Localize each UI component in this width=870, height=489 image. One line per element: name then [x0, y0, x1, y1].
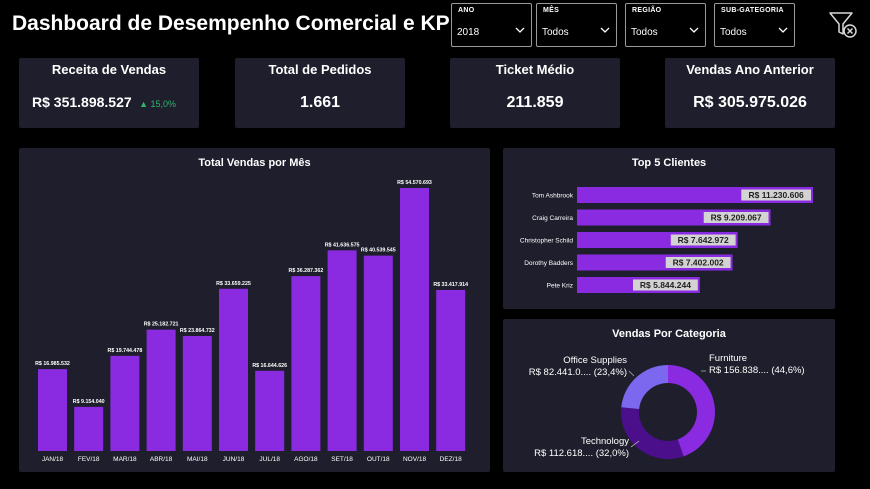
bar-value-label: R$ 19.744.478	[108, 348, 143, 354]
chevron-down-icon[interactable]	[688, 25, 700, 35]
bar-JAN/18[interactable]	[38, 369, 67, 451]
kpi-anterior-card: Vendas Ano Anterior R$ 305.975.026	[665, 58, 835, 128]
kpi-receita-title: Receita de Vendas	[51, 62, 167, 77]
bar-JUL/18[interactable]	[255, 370, 285, 451]
donut-category-label: Office Supplies	[563, 355, 627, 366]
slicer-subcategoria-label: SUB-GATEGORIA	[721, 7, 784, 14]
x-tick-label: JUN/18	[223, 456, 245, 463]
x-tick-label: ABR/18	[150, 456, 173, 463]
bar-ABR/18[interactable]	[146, 329, 176, 451]
x-tick-label: MAI/18	[187, 456, 208, 463]
donut-value-label: R$ 82.441.0.... (23,4%)	[529, 367, 627, 378]
category-donut-chart: FurnitureR$ 156.838.... (44,6%) Technolog…	[529, 353, 805, 459]
kpi-anterior-value: R$ 305.975.026	[693, 94, 807, 111]
slicer-ano[interactable]: ANO 2018	[451, 3, 532, 47]
slicer-ano-label: ANO	[458, 7, 475, 14]
bar-value-label: R$ 25.182.721	[144, 322, 179, 328]
kpi-pedidos-card: Total de Pedidos 1.661	[235, 58, 405, 128]
kpi-receita-delta: ▲ 15,0%	[139, 99, 177, 109]
bar-MAI/18[interactable]	[182, 335, 212, 451]
bar-FEV/18[interactable]	[74, 406, 104, 451]
x-tick-label: SET/18	[331, 456, 353, 463]
bar-value-label: R$ 33.417.914	[433, 282, 468, 288]
client-value-label: R$ 11.230.606	[748, 190, 804, 200]
kpi-receita-card: Receita de Vendas R$ 351.898.527 ▲ 15,0%	[19, 58, 199, 128]
bar-OUT/18[interactable]	[363, 255, 393, 451]
chevron-down-icon[interactable]	[777, 25, 789, 35]
bar-value-label: R$ 9.154.040	[73, 399, 105, 405]
donut-value-label: R$ 112.618.... (32,0%)	[534, 448, 629, 459]
slicer-regiao-value: Todos	[631, 27, 658, 38]
category-panel: Vendas Por Categoria Furniture R$ 156.838…	[503, 319, 835, 472]
x-tick-label: FEV/18	[78, 456, 100, 463]
bar-value-label: R$ 33.659.225	[216, 281, 251, 287]
bar-value-label: R$ 40.539.545	[361, 248, 396, 254]
slicer-ano-value: 2018	[457, 27, 480, 38]
client-name-label: Tom Ashbrook	[532, 193, 574, 200]
kpi-pedidos-value: 1.661	[299, 94, 341, 111]
kpi-pedidos-title: Total de Pedidos	[268, 62, 372, 77]
slicer-subcategoria[interactable]: SUB-GATEGORIA Todos	[714, 3, 795, 47]
slicer-regiao[interactable]: REGIÃO Todos	[625, 3, 706, 47]
client-name-label: Christopher Schild	[520, 238, 573, 245]
donut-slice-technology[interactable]	[621, 407, 684, 459]
donut-category-label: Furniture	[709, 353, 747, 364]
slicer-subcategoria-value: Todos	[720, 27, 747, 38]
x-tick-label: JAN/18	[42, 456, 64, 463]
bar-value-label: R$ 54.570.693	[397, 180, 432, 186]
client-name-label: Craig Carreira	[532, 215, 573, 222]
kpi-receita-value: R$ 351.898.527	[32, 94, 132, 110]
chevron-down-icon[interactable]	[514, 25, 526, 35]
bar-value-label: R$ 41.636.575	[325, 242, 360, 248]
slicer-mes-value: Todos	[542, 27, 569, 38]
bar-NOV/18[interactable]	[400, 188, 429, 451]
bar-value-label: R$ 16.644.626	[252, 363, 287, 369]
top-clients-chart: Tom Ashbrook R$ 11.230.606 Craig Carreira R…	[520, 187, 813, 293]
x-tick-label: AGO/18	[294, 456, 318, 463]
top-clients-panel: Top 5 Clientes Tom Ashbrook R$ 11.230.606…	[503, 148, 835, 309]
bar-value-label: R$ 16.985.532	[35, 361, 70, 367]
client-name-label: Dorothy Badders	[524, 260, 574, 267]
x-tick-label: MAR/18	[113, 456, 137, 463]
chevron-down-icon[interactable]	[599, 25, 611, 35]
kpi-ticket-value: 211.859	[506, 94, 564, 111]
slicer-mes-label: MÊS	[543, 7, 560, 14]
client-value-label: R$ 9.209.067	[711, 213, 762, 223]
x-tick-label: NOV/18	[403, 456, 427, 463]
bar-SET/18[interactable]	[327, 250, 357, 451]
kpi-anterior-title: Vendas Ano Anterior	[686, 62, 814, 77]
kpi-ticket-title: Ticket Médio	[495, 62, 575, 77]
bar-AGO/18[interactable]	[291, 276, 321, 451]
x-tick-label: OUT/18	[367, 456, 390, 463]
page-title: Dashboard de Desempenho Comercial e KPIs	[12, 12, 468, 35]
client-name-label: Pete Kriz	[547, 283, 573, 290]
slicer-regiao-label: REGIÃO	[632, 7, 662, 14]
monthly-sales-panel: Total Vendas por Mês R$ 16.985.532 JAN/18…	[19, 148, 490, 472]
donut-value-label: R$ 156.838.... (44,6%)	[709, 365, 805, 376]
client-value-label: R$ 7.402.002	[673, 258, 724, 268]
client-value-label: R$ 5.844.244	[640, 280, 691, 290]
leader-line	[628, 370, 635, 377]
bar-value-label: R$ 23.864.732	[180, 328, 215, 334]
bar-DEZ/18[interactable]	[436, 289, 466, 451]
x-tick-label: DEZ/18	[440, 456, 462, 463]
clear-filter-icon[interactable]	[828, 10, 858, 40]
slicer-mes[interactable]: MÊS Todos	[536, 3, 617, 47]
bar-value-label: R$ 36.287.362	[289, 268, 324, 274]
kpi-ticket-card: Ticket Médio 211.859	[450, 58, 620, 128]
donut-slice-office-supplies[interactable]	[621, 365, 668, 410]
client-value-label: R$ 7.642.972	[678, 235, 729, 245]
donut-category-label: Technology	[581, 436, 629, 447]
x-tick-label: JUL/18	[259, 456, 280, 463]
bar-JUN/18[interactable]	[219, 288, 248, 451]
monthly-sales-chart: R$ 16.985.532 JAN/18 R$ 9.154.040 FEV/18 R$ …	[35, 180, 468, 463]
bar-MAR/18[interactable]	[110, 355, 140, 451]
